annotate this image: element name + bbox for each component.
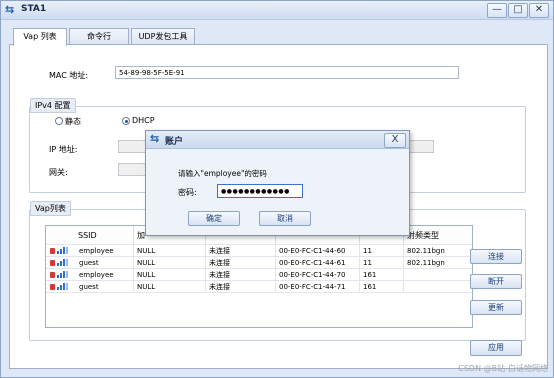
- column-header-ssid[interactable]: SSID: [46, 226, 134, 245]
- dialog-title: 账户: [165, 137, 184, 147]
- watermark: CSDN @B站-白话物网络: [458, 364, 548, 373]
- app-icon: ⇆: [150, 132, 160, 145]
- account-dialog: ⇆ 账户 X 请输入"employee"的密码 密码: ●●●●●●●●●●●●…: [145, 130, 410, 236]
- tab-vap-list[interactable]: Vap 列表: [13, 28, 67, 46]
- static-radio[interactable]: [55, 117, 63, 125]
- refresh-button[interactable]: 更新: [470, 300, 522, 315]
- app-icon: ⇆: [5, 3, 15, 16]
- password-field[interactable]: ●●●●●●●●●●●●: [217, 184, 303, 198]
- title-bar: ⇆ STA1 — □ ✕: [1, 1, 553, 20]
- vap-list-group-title: Vap列表: [30, 201, 71, 216]
- signal-icon: [57, 247, 69, 254]
- password-prompt: 请输入"employee"的密码: [178, 169, 267, 178]
- apply-button[interactable]: 应用: [470, 340, 522, 356]
- tab-udp-tool[interactable]: UDP发包工具: [131, 28, 195, 45]
- minimize-button[interactable]: —: [487, 3, 507, 18]
- static-label: 静态: [65, 117, 81, 126]
- lock-icon: [50, 248, 55, 254]
- signal-icon: [57, 259, 69, 266]
- mac-field[interactable]: 54-89-98-5F-5E-91: [115, 66, 459, 79]
- signal-icon: [57, 271, 69, 278]
- mac-label: MAC 地址:: [49, 71, 89, 80]
- dhcp-label: DHCP: [132, 116, 155, 125]
- password-label: 密码:: [178, 188, 197, 197]
- maximize-button[interactable]: □: [508, 3, 528, 18]
- connect-button[interactable]: 连接: [470, 249, 522, 264]
- dialog-title-bar: ⇆ 账户 X: [146, 131, 409, 149]
- disconnect-button[interactable]: 断开: [470, 274, 522, 289]
- ipv4-group-title: IPv4 配置: [30, 98, 76, 113]
- close-button[interactable]: ✕: [529, 3, 549, 18]
- lock-icon: [50, 284, 55, 290]
- cancel-button[interactable]: 取消: [259, 211, 311, 226]
- empty-row: [46, 292, 472, 327]
- ip-address-label: IP 地址:: [49, 145, 78, 154]
- dhcp-radio[interactable]: [122, 117, 130, 125]
- column-header-radio-type[interactable]: 射频类型: [404, 226, 472, 245]
- signal-icon: [57, 283, 69, 290]
- window-title: STA1: [21, 4, 47, 14]
- lock-icon: [50, 272, 55, 278]
- tab-command-line[interactable]: 命令行: [69, 28, 129, 45]
- ok-button[interactable]: 确定: [188, 211, 240, 226]
- lock-icon: [50, 260, 55, 266]
- gateway-label: 网关:: [49, 168, 68, 177]
- vap-table: SSID 加 射频类型 employee NULL 未连接 00-E0-FC-C…: [45, 225, 473, 328]
- dialog-close-button[interactable]: X: [384, 133, 406, 148]
